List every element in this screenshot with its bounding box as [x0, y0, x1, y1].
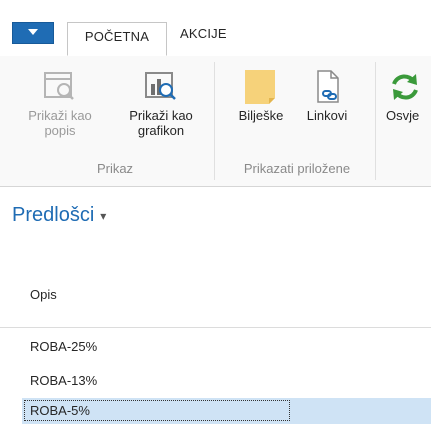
links-label: Linkovi [306, 108, 348, 123]
page-title[interactable]: Predlošci ▾ [12, 204, 106, 227]
refresh-icon [392, 74, 418, 100]
show-as-list-label-1: Prikaži kao [28, 108, 92, 123]
ribbon-divider [214, 62, 215, 180]
table-row-selected[interactable]: ROBA-5% [22, 398, 431, 424]
refresh-label: Osvje [386, 108, 420, 123]
notes-label: Bilješke [238, 108, 284, 123]
sticky-note-icon [245, 70, 275, 104]
show-as-chart-label-1: Prikaži kao [129, 108, 193, 123]
page-title-text: Predlošci [12, 204, 95, 226]
tab-pocetna[interactable]: POČETNA [67, 22, 167, 56]
ribbon-divider-2 [375, 62, 376, 180]
cell-opis: ROBA-5% [30, 403, 90, 418]
show-as-chart-button[interactable]: Prikaži kao grafikon [112, 70, 210, 138]
table-row[interactable]: ROBA-25% [22, 334, 431, 360]
show-as-list-label-2: popis [44, 123, 76, 138]
caret-down-icon [28, 29, 38, 35]
show-as-list-button[interactable]: Prikaži kao popis [14, 70, 106, 138]
ribbon: Prikaži kao popis Prikaži kao grafikon P… [0, 56, 431, 187]
cell-opis: ROBA-25% [30, 339, 98, 354]
ribbon-tab-strip: POČETNA AKCIJE [0, 0, 431, 57]
cell-opis: ROBA-13% [30, 373, 98, 388]
links-button[interactable]: Linkovi [296, 70, 358, 123]
application-menu-button[interactable] [12, 22, 54, 44]
table-row[interactable]: ROBA-13% [22, 368, 431, 394]
header-divider [0, 327, 431, 328]
list-view-icon [44, 72, 74, 100]
group-label-prikazati-prilozene: Prikazati priložene [243, 161, 351, 176]
chart-view-icon [145, 72, 176, 100]
tab-akcije[interactable]: AKCIJE [180, 26, 227, 41]
column-header-opis[interactable]: Opis [30, 287, 57, 302]
group-label-prikaz: Prikaz [96, 161, 134, 176]
notes-button[interactable]: Bilješke [226, 70, 296, 123]
chevron-down-icon: ▾ [100, 208, 107, 223]
refresh-button[interactable]: Osvje [386, 70, 431, 123]
show-as-chart-label-2: grafikon [137, 123, 185, 138]
link-document-icon [317, 70, 339, 103]
